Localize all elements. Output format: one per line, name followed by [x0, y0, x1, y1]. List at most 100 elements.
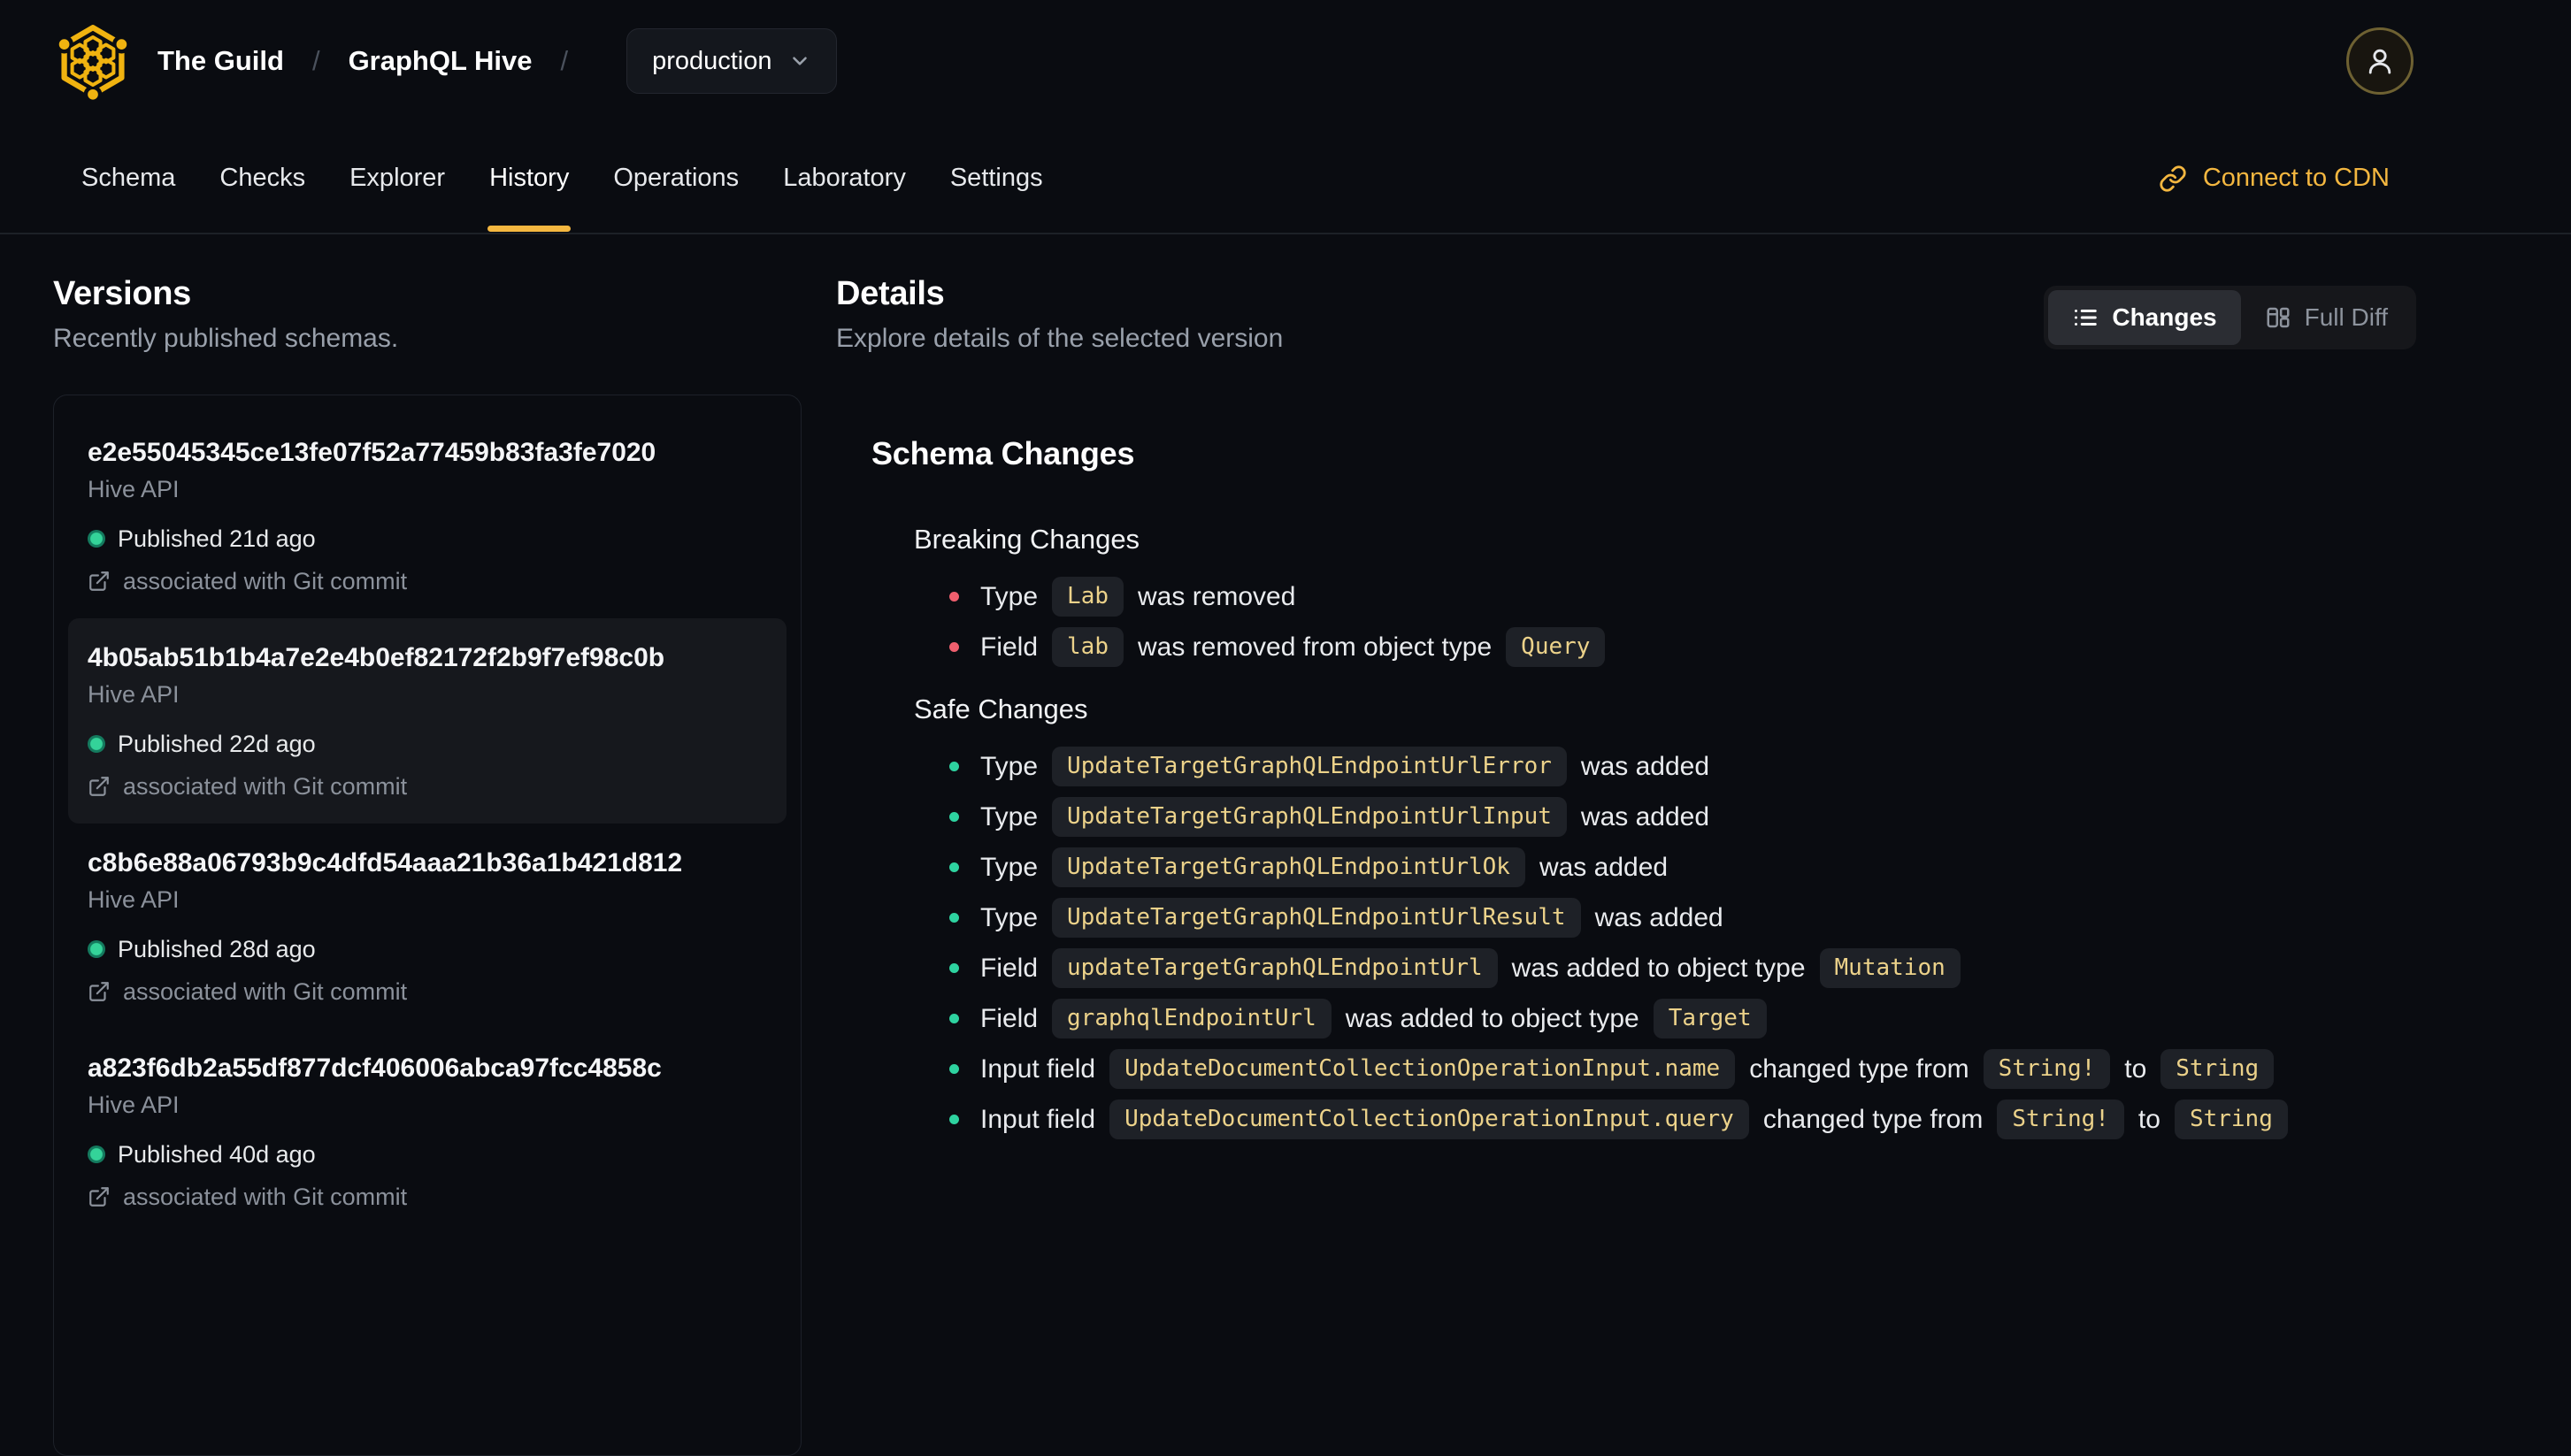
published-text: Published 40d ago — [118, 1141, 316, 1168]
version-item[interactable]: 4b05ab51b1b4a7e2e4b0ef82172f2b9f7ef98c0b… — [68, 618, 787, 824]
version-published-row: Published 22d ago — [88, 730, 767, 758]
change-text: to — [2137, 1104, 2160, 1134]
details-subtitle: Explore details of the selected version — [836, 324, 1284, 353]
nav-tab-label: Settings — [949, 164, 1043, 192]
tab-checks[interactable]: Checks — [218, 122, 307, 234]
breadcrumb: The Guild / GraphQL Hive / production — [53, 0, 2414, 122]
change-text: Field — [980, 1003, 1039, 1033]
tab-settings[interactable]: Settings — [948, 122, 1045, 234]
connect-to-cdn-button[interactable]: Connect to CDN — [2159, 122, 2390, 234]
bullet-icon — [949, 1014, 959, 1023]
list-icon — [2075, 310, 2098, 326]
change-text: changed type from — [1749, 1054, 1969, 1084]
change-text: Type — [980, 902, 1039, 932]
connect-to-cdn-label: Connect to CDN — [2202, 164, 2390, 192]
breaking-changes-group: Breaking Changes Type Lab was removed Fiel… — [914, 522, 2416, 672]
version-git-link[interactable]: associated with Git commit — [88, 1183, 767, 1211]
nav-tabs: Schema Checks Explorer History Operation… — [80, 122, 1045, 234]
schema-change-row: Type UpdateTargetGraphQLEndpointUrlOk was … — [949, 842, 2416, 893]
change-text: Field — [980, 953, 1039, 983]
published-dot-icon — [88, 1146, 105, 1163]
target-selector-value: production — [652, 46, 772, 75]
published-dot-icon — [88, 735, 105, 753]
external-link-icon — [89, 982, 109, 1001]
nav-tab-label: History — [489, 164, 570, 192]
tab-history[interactable]: History — [487, 122, 572, 234]
version-item[interactable]: c8b6e88a06793b9c4dfd54aaa21b36a1b421d812… — [68, 824, 787, 1029]
external-link-icon — [89, 1187, 109, 1207]
tab-operations[interactable]: Operations — [611, 122, 741, 234]
breaking-changes-list: Type Lab was removed Field lab was removed f… — [914, 571, 2416, 672]
change-text: Input field — [980, 1104, 1096, 1134]
code-badge: UpdateDocumentCollectionOperationInput.q… — [1109, 1100, 1749, 1139]
details-heading-group: Details Explore details of the selected … — [836, 275, 1283, 356]
change-text: was removed from object type — [1138, 632, 1493, 662]
tab-explorer[interactable]: Explorer — [348, 122, 447, 234]
version-item[interactable]: a823f6db2a55df877dcf406006abca97fcc4858c… — [68, 1029, 787, 1234]
change-text: Field — [980, 632, 1039, 662]
top-bar: The Guild / GraphQL Hive / production Sc… — [0, 0, 2571, 234]
hive-logo-icon[interactable] — [53, 21, 133, 101]
schema-change-row: Type Lab was removed — [949, 571, 2416, 622]
version-hash: c8b6e88a06793b9c4dfd54aaa21b36a1b421d812 — [88, 848, 683, 877]
code-badge: UpdateTargetGraphQLEndpointUrlOk — [1052, 847, 1525, 887]
git-commit-text: associated with Git commit — [123, 1184, 408, 1210]
changes-view-button[interactable]: Changes — [2048, 290, 2241, 345]
versions-panel: Versions Recently published schemas. e2e… — [53, 275, 802, 1456]
safe-changes-group: Safe Changes Type UpdateTargetGraphQLEndp… — [914, 692, 2416, 1145]
change-text: Input field — [980, 1054, 1096, 1084]
published-dot-icon — [88, 530, 105, 548]
schema-change-row: Field lab was removed from object type Quer… — [949, 622, 2416, 672]
view-toggle: Changes Full Diff — [2044, 286, 2416, 349]
code-badge: UpdateDocumentCollectionOperationInput.n… — [1109, 1049, 1736, 1089]
nav-tab-label: Laboratory — [783, 164, 906, 192]
tab-schema[interactable]: Schema — [80, 122, 177, 234]
published-text: Published 28d ago — [118, 936, 316, 962]
tab-laboratory[interactable]: Laboratory — [781, 122, 908, 234]
external-link-icon — [89, 777, 109, 796]
breadcrumb-project[interactable]: GraphQL Hive — [349, 45, 533, 77]
version-git-link[interactable]: associated with Git commit — [88, 772, 767, 801]
code-badge: updateTargetGraphQLEndpointUrl — [1052, 948, 1498, 988]
schema-change-row: Input field UpdateDocumentCollectionOpera… — [949, 1094, 2416, 1145]
change-text: Type — [980, 801, 1039, 831]
bullet-icon — [949, 642, 959, 652]
version-service: Hive API — [88, 1092, 180, 1118]
version-item[interactable]: e2e55045345ce13fe07f52a77459b83fa3fe7020… — [68, 413, 787, 618]
version-git-link[interactable]: associated with Git commit — [88, 567, 767, 595]
published-text: Published 21d ago — [118, 525, 316, 552]
code-badge: graphqlEndpointUrl — [1052, 999, 1332, 1038]
change-text: was added — [1594, 902, 1723, 932]
schema-changes-section: Schema Changes Breaking Changes Type Lab w… — [871, 435, 2416, 1145]
safe-changes-list: Type UpdateTargetGraphQLEndpointUrlError w… — [914, 741, 2416, 1145]
schema-change-row: Type UpdateTargetGraphQLEndpointUrlInput w… — [949, 792, 2416, 842]
change-text: Type — [980, 852, 1039, 882]
bullet-icon — [949, 762, 959, 771]
version-published-row: Published 40d ago — [88, 1140, 767, 1169]
version-hash: a823f6db2a55df877dcf406006abca97fcc4858c — [88, 1054, 662, 1083]
change-text: was added — [1539, 852, 1669, 882]
breaking-changes-title: Breaking Changes — [914, 524, 1140, 555]
published-text: Published 22d ago — [118, 731, 316, 757]
version-git-link[interactable]: associated with Git commit — [88, 977, 767, 1006]
version-list: e2e55045345ce13fe07f52a77459b83fa3fe7020… — [68, 413, 787, 1234]
external-link-icon — [89, 571, 109, 591]
details-panel: Details Explore details of the selected … — [836, 275, 2416, 1164]
details-title: Details — [836, 275, 945, 312]
published-dot-icon — [88, 940, 105, 958]
full-diff-view-button[interactable]: Full Diff — [2241, 290, 2412, 345]
code-badge: Query — [1506, 627, 1606, 667]
bullet-icon — [949, 812, 959, 822]
target-selector[interactable]: production — [626, 28, 837, 94]
version-service: Hive API — [88, 681, 180, 708]
user-menu-button[interactable] — [2346, 27, 2414, 95]
version-published-row: Published 21d ago — [88, 525, 767, 553]
code-badge: String! — [1983, 1049, 2111, 1089]
schema-changes-title: Schema Changes — [871, 435, 1135, 471]
breadcrumb-org[interactable]: The Guild — [157, 45, 284, 77]
change-text: was added to object type — [1345, 1003, 1639, 1033]
code-badge: UpdateTargetGraphQLEndpointUrlResult — [1052, 898, 1581, 938]
split-columns-icon — [2267, 307, 2290, 328]
bullet-icon — [949, 963, 959, 973]
safe-changes-title: Safe Changes — [914, 694, 1088, 724]
